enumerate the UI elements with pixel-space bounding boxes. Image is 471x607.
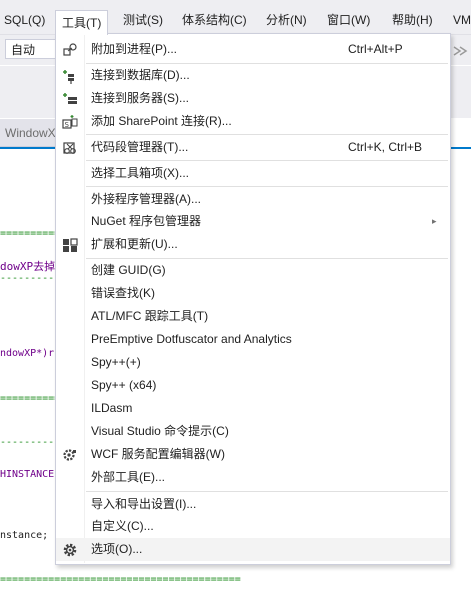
menu-item-addin-manager[interactable]: 外接程序管理器(A)... <box>56 188 450 211</box>
menu-test[interactable]: 测试(S) <box>121 11 165 29</box>
extensions-icon <box>62 237 78 253</box>
menu-analyze[interactable]: 分析(N) <box>264 11 309 29</box>
menu-item-ildasm[interactable]: ILDasm <box>56 397 450 420</box>
code-line: ============= <box>0 393 60 404</box>
menu-item-atl-mfc-trace[interactable]: ATL/MFC 跟踪工具(T) <box>56 305 450 328</box>
tools-dropdown-menu: 附加到进程(P)... Ctrl+Alt+P 连接到数据库(D)... 连接到服… <box>55 33 451 565</box>
menu-separator <box>86 160 448 161</box>
menu-item-connect-server[interactable]: 连接到服务器(S)... <box>56 87 450 110</box>
menu-item-dotfuscator[interactable]: PreEmptive Dotfuscator and Analytics <box>56 328 450 351</box>
menu-item-spy-plus[interactable]: Spy++(+) <box>56 351 450 374</box>
code-line: ndowXP*)r <box>0 348 55 359</box>
menu-item-error-lookup[interactable]: 错误查找(K) <box>56 282 450 305</box>
code-line: ============= <box>0 228 60 239</box>
wcf-config-icon <box>62 447 78 463</box>
solution-config-combo[interactable]: 自动 <box>5 39 59 59</box>
menu-tools[interactable]: 工具(T) <box>55 10 109 35</box>
menu-item-snippet-manager[interactable]: 代码段管理器(T)... Ctrl+K, Ctrl+B <box>56 136 450 159</box>
menu-separator <box>86 134 448 135</box>
menu-item-external-tools[interactable]: 外部工具(E)... <box>56 466 450 489</box>
toolbar-overflow-icon[interactable] <box>452 44 470 58</box>
submenu-arrow-icon: ▸ <box>432 216 437 226</box>
sharepoint-icon: S <box>62 114 78 130</box>
code-line: nstance; <box>0 530 49 541</box>
menu-separator <box>86 186 448 187</box>
code-line: HINSTANCE <box>0 469 55 480</box>
menu-window[interactable]: 窗口(W) <box>325 11 372 29</box>
code-line: ------------- <box>0 273 60 284</box>
connect-server-icon <box>62 91 78 107</box>
code-line: ======================================== <box>0 574 241 585</box>
menu-help[interactable]: 帮助(H) <box>390 11 435 29</box>
menu-item-vs-command-prompt[interactable]: Visual Studio 命令提示(C) <box>56 420 450 443</box>
menu-item-spy-x64[interactable]: Spy++ (x64) <box>56 374 450 397</box>
menu-vm[interactable]: VM <box>451 11 471 29</box>
menu-item-import-export-settings[interactable]: 导入和导出设置(I)... <box>56 493 450 516</box>
menu-item-create-guid[interactable]: 创建 GUID(G) <box>56 259 450 282</box>
menu-item-nuget[interactable]: NuGet 程序包管理器 ▸ <box>56 210 450 233</box>
menu-item-options[interactable]: 选项(O)... <box>56 538 450 561</box>
menu-item-choose-toolbox-items[interactable]: 选择工具箱项(X)... <box>56 162 450 185</box>
menu-item-add-sharepoint[interactable]: S 添加 SharePoint 连接(R)... <box>56 110 450 133</box>
snippet-manager-icon <box>62 140 78 156</box>
attach-process-icon <box>62 42 78 58</box>
menu-sql[interactable]: SQL(Q) <box>2 11 47 29</box>
svg-text:S: S <box>65 121 70 129</box>
menu-item-connect-database[interactable]: 连接到数据库(D)... <box>56 64 450 87</box>
menu-item-attach-to-process[interactable]: 附加到进程(P)... Ctrl+Alt+P <box>56 38 450 61</box>
menu-bar: SQL(Q) 工具(T) 测试(S) 体系结构(C) 分析(N) 窗口(W) 帮… <box>0 0 471 35</box>
menu-item-extensions-updates[interactable]: 扩展和更新(U)... <box>56 233 450 256</box>
code-line: dowXP去掉 <box>0 260 56 273</box>
menu-architecture[interactable]: 体系结构(C) <box>180 11 249 29</box>
menu-separator <box>86 491 448 492</box>
document-tab[interactable]: WindowX <box>0 119 60 147</box>
code-line: ------------- <box>0 437 60 448</box>
menu-item-customize[interactable]: 自定义(C)... <box>56 515 450 538</box>
options-gear-icon <box>62 542 78 558</box>
connect-database-icon <box>62 68 78 84</box>
menu-item-wcf-config-editor[interactable]: WCF 服务配置编辑器(W) <box>56 443 450 466</box>
